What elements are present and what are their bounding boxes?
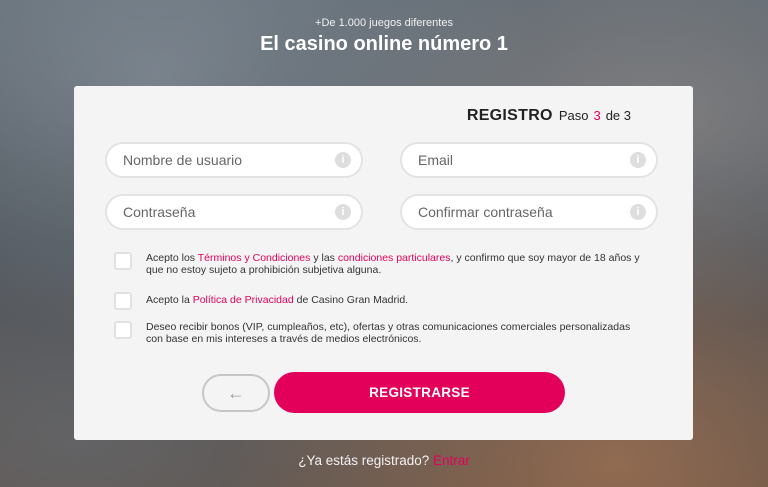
privacy-policy-link[interactable]: Política de Privacidad bbox=[193, 294, 294, 306]
confirm-password-input[interactable] bbox=[418, 204, 630, 220]
info-icon[interactable]: i bbox=[630, 152, 646, 168]
back-button[interactable]: ← bbox=[202, 374, 270, 412]
arrow-left-icon: ← bbox=[227, 382, 245, 403]
terms-checkbox[interactable] bbox=[114, 252, 132, 270]
login-question: ¿Ya estás registrado? bbox=[298, 453, 434, 468]
registration-card: REGISTRO Paso 3 de 3 i i i i Acepto los … bbox=[74, 86, 693, 440]
confirm-password-field[interactable]: i bbox=[400, 194, 658, 230]
password-field[interactable]: i bbox=[105, 194, 363, 230]
privacy-checkbox[interactable] bbox=[114, 292, 132, 310]
terms-consent: Acepto los Términos y Condiciones y las … bbox=[114, 252, 646, 276]
privacy-suffix: de Casino Gran Madrid. bbox=[293, 294, 409, 306]
step-indicator: REGISTRO Paso 3 de 3 bbox=[467, 107, 631, 125]
password-input[interactable] bbox=[123, 204, 335, 220]
info-icon[interactable]: i bbox=[335, 204, 351, 220]
privacy-text: Acepto la Política de Privacidad de Casi… bbox=[146, 294, 646, 306]
step-total: de 3 bbox=[605, 108, 631, 123]
marketing-text: Deseo recibir bonos (VIP, cumpleaños, et… bbox=[146, 321, 631, 345]
email-input[interactable] bbox=[418, 152, 630, 168]
step-current: 3 bbox=[593, 108, 601, 123]
particular-conditions-link[interactable]: condiciones particulares bbox=[338, 252, 451, 264]
privacy-prefix: Acepto la bbox=[146, 294, 193, 306]
hero-subtitle: +De 1.000 juegos diferentes bbox=[315, 17, 453, 29]
terms-text: Acepto los Términos y Condiciones y las … bbox=[146, 252, 646, 276]
terms-mid: y las bbox=[310, 252, 338, 264]
username-input[interactable] bbox=[123, 152, 335, 168]
terms-prefix: Acepto los bbox=[146, 252, 198, 264]
email-field[interactable]: i bbox=[400, 142, 658, 178]
info-icon[interactable]: i bbox=[630, 204, 646, 220]
hero-title: El casino online número 1 bbox=[260, 33, 508, 55]
login-link[interactable]: Entrar bbox=[433, 453, 470, 468]
marketing-consent: Deseo recibir bonos (VIP, cumpleaños, et… bbox=[114, 321, 646, 345]
step-title: REGISTRO bbox=[466, 107, 553, 124]
info-icon[interactable]: i bbox=[335, 152, 351, 168]
login-prompt: ¿Ya estás registrado? Entrar bbox=[0, 453, 768, 468]
privacy-consent: Acepto la Política de Privacidad de Casi… bbox=[114, 292, 646, 310]
marketing-checkbox[interactable] bbox=[114, 321, 132, 339]
register-button[interactable]: REGISTRARSE bbox=[274, 372, 565, 413]
step-word: Paso bbox=[558, 108, 589, 123]
username-field[interactable]: i bbox=[105, 142, 363, 178]
terms-link[interactable]: Términos y Condiciones bbox=[198, 252, 311, 264]
